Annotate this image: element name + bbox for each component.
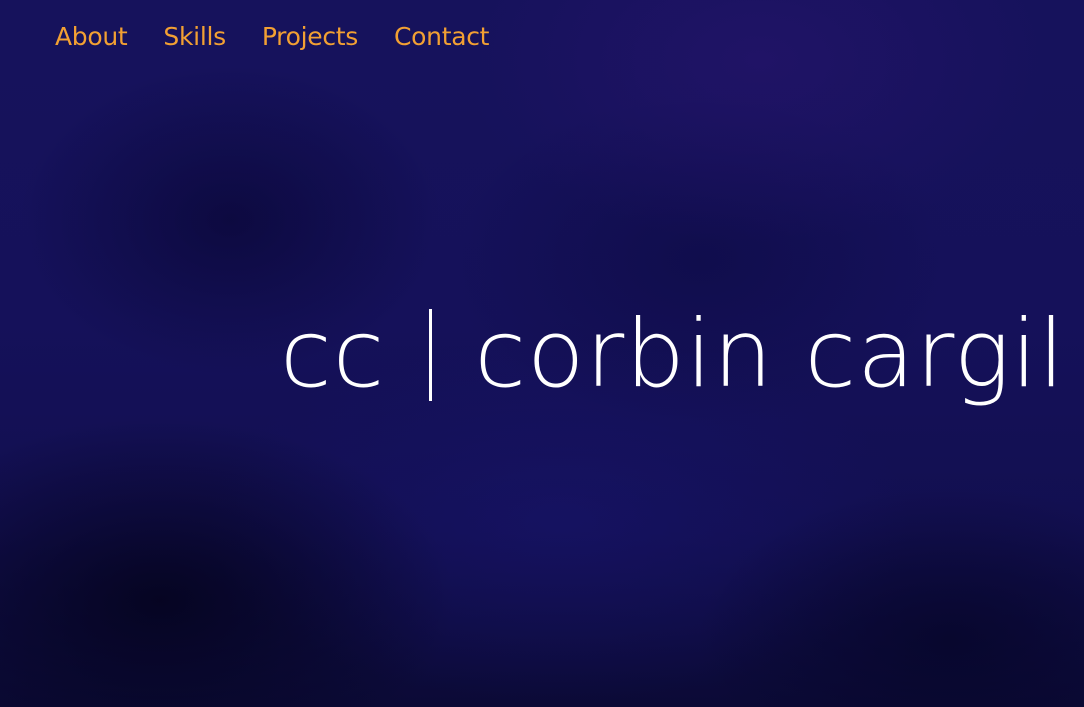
nav-link-projects[interactable]: Projects	[262, 22, 358, 51]
nav-link-contact[interactable]: Contact	[394, 22, 489, 51]
logo-name: corbin cargil	[474, 300, 1066, 409]
nav-link-about[interactable]: About	[55, 22, 128, 51]
site-logo: cc corbin cargil	[280, 300, 1065, 409]
top-nav: About Skills Projects Contact	[55, 22, 489, 51]
hero-section: About Skills Projects Contact cc corbin …	[0, 0, 1084, 707]
nav-link-skills[interactable]: Skills	[163, 22, 226, 51]
logo-monogram: cc	[280, 300, 386, 409]
logo-divider	[429, 308, 433, 401]
